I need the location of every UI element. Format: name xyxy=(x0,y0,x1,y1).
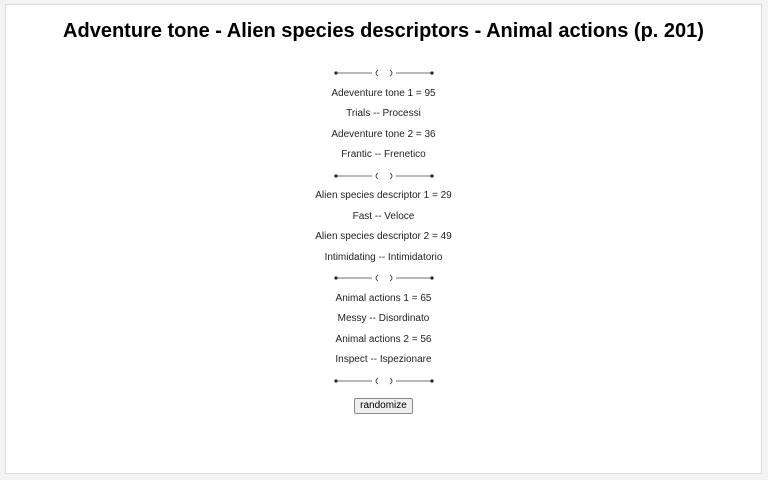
page-title: Adventure tone - Alien species descripto… xyxy=(63,20,704,42)
button-row: randomize xyxy=(354,396,413,416)
adventure-tone-roll-1: Adeventure tone 1 = 95 xyxy=(331,87,436,99)
randomize-button[interactable]: randomize xyxy=(354,398,413,414)
alien-species-roll-1: Alien species descriptor 1 = 29 xyxy=(315,190,452,201)
animal-actions-result-1: Messy -- Disordinato xyxy=(337,313,430,324)
page-container: Adventure tone - Alien species descripto… xyxy=(5,4,762,474)
animal-actions-roll-2: Animal actions 2 = 56 xyxy=(335,333,432,345)
animal-actions-roll-1: Animal actions 1 = 65 xyxy=(335,292,432,304)
alien-species-roll-2: Alien species descriptor 2 = 49 xyxy=(315,231,452,242)
adventure-tone-result-1: Trials -- Processi xyxy=(346,108,421,119)
ornamental-divider-icon xyxy=(333,166,434,187)
adventure-tone-result-2: Frantic -- Frenetico xyxy=(341,149,426,160)
alien-species-result-2: Intimidating -- Intimidatorio xyxy=(324,251,443,263)
alien-species-result-1: Fast -- Veloce xyxy=(352,210,415,222)
animal-actions-result-2: Inspect -- Ispezionare xyxy=(335,354,432,365)
ornamental-divider-icon xyxy=(333,371,434,392)
results-panel: Adeventure tone 1 = 95 Trials -- Process… xyxy=(6,63,761,416)
ornamental-divider-icon xyxy=(333,63,434,84)
ornamental-divider-icon xyxy=(333,268,434,289)
adventure-tone-roll-2: Adeventure tone 2 = 36 xyxy=(331,128,436,140)
